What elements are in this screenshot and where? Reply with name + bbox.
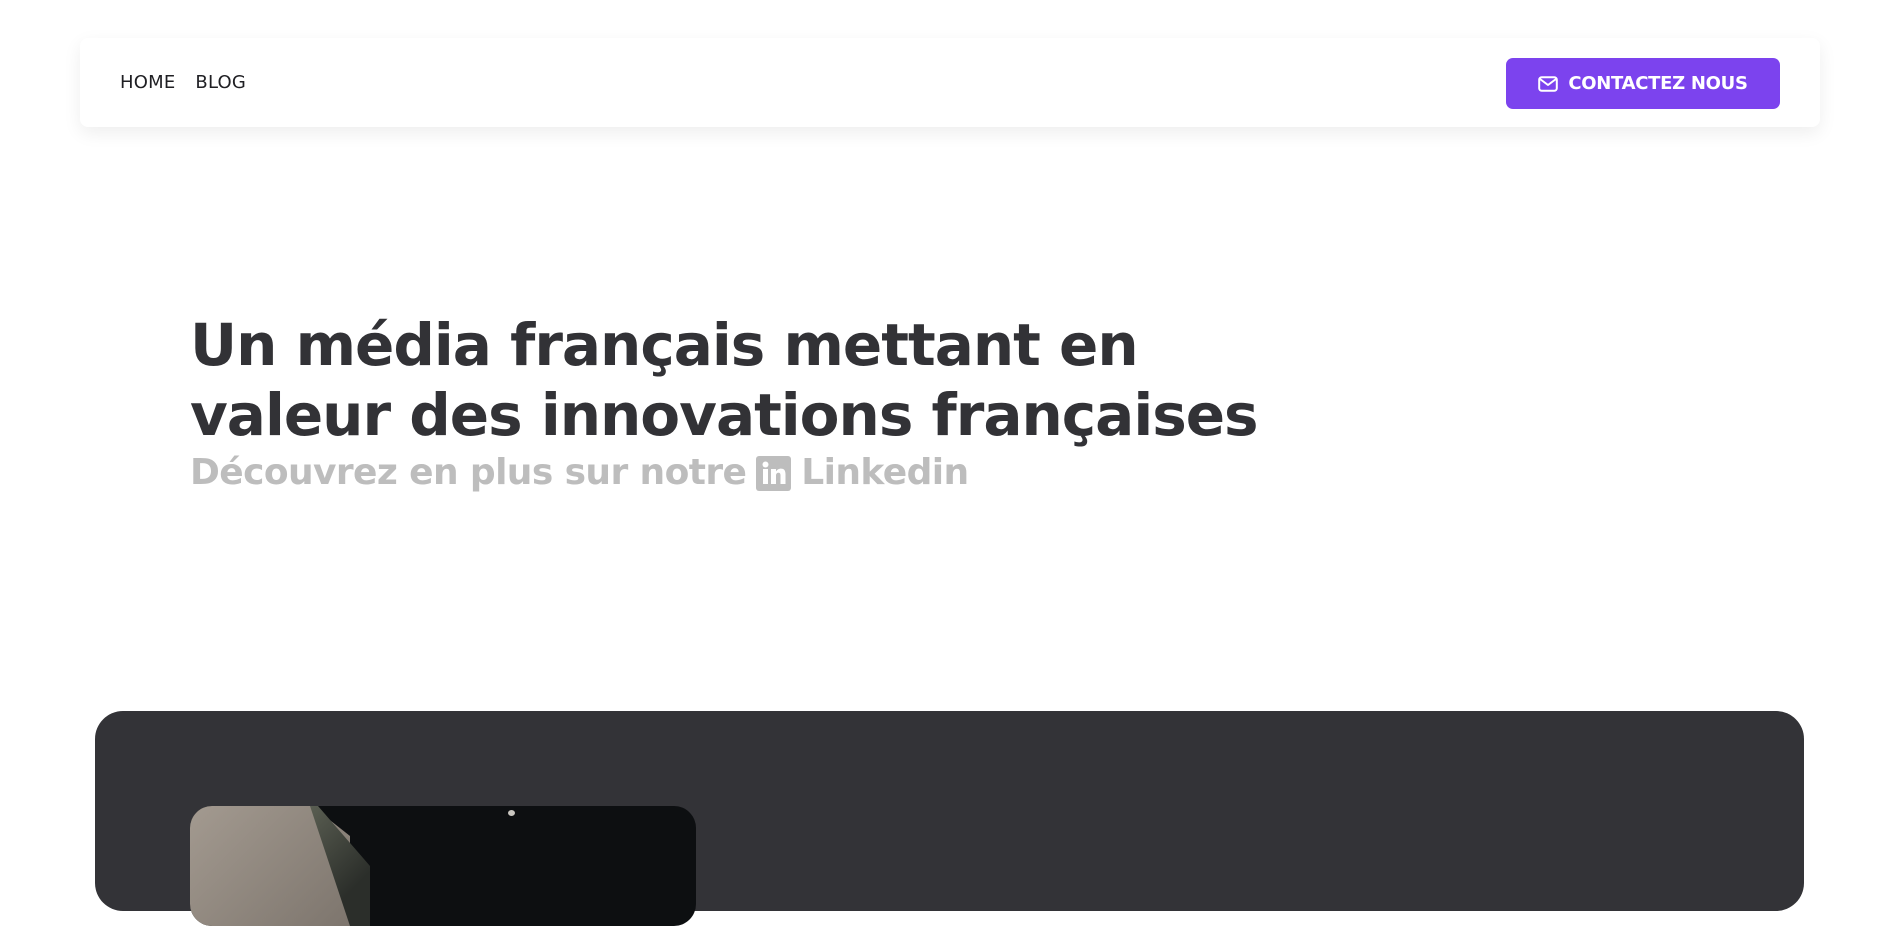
nav-links: HOME BLOG [120,38,246,127]
nav-link-blog[interactable]: BLOG [195,72,246,93]
featured-article-section [95,711,1804,926]
hero-title-line-2: valeur des innovations françaises [190,381,1259,449]
hero-title: Un média français mettant en valeur des … [190,310,1340,450]
image-ceiling-light [508,810,515,816]
linkedin-icon[interactable] [756,455,792,491]
contact-button[interactable]: CONTACTEZ NOUS [1506,58,1780,109]
featured-article-image[interactable] [190,806,696,926]
mail-icon [1538,75,1559,92]
hero-subtitle: Découvrez en plus sur notre Linkedin [190,449,969,497]
hero-subtitle-text: Découvrez en plus sur notre [190,452,747,493]
hero-title-line-1: Un média français mettant en [190,311,1139,379]
nav-link-home[interactable]: HOME [120,72,175,93]
top-navbar: HOME BLOG CONTACTEZ NOUS [80,38,1820,127]
contact-button-label: CONTACTEZ NOUS [1568,73,1748,94]
linkedin-link[interactable]: Linkedin [801,449,969,497]
